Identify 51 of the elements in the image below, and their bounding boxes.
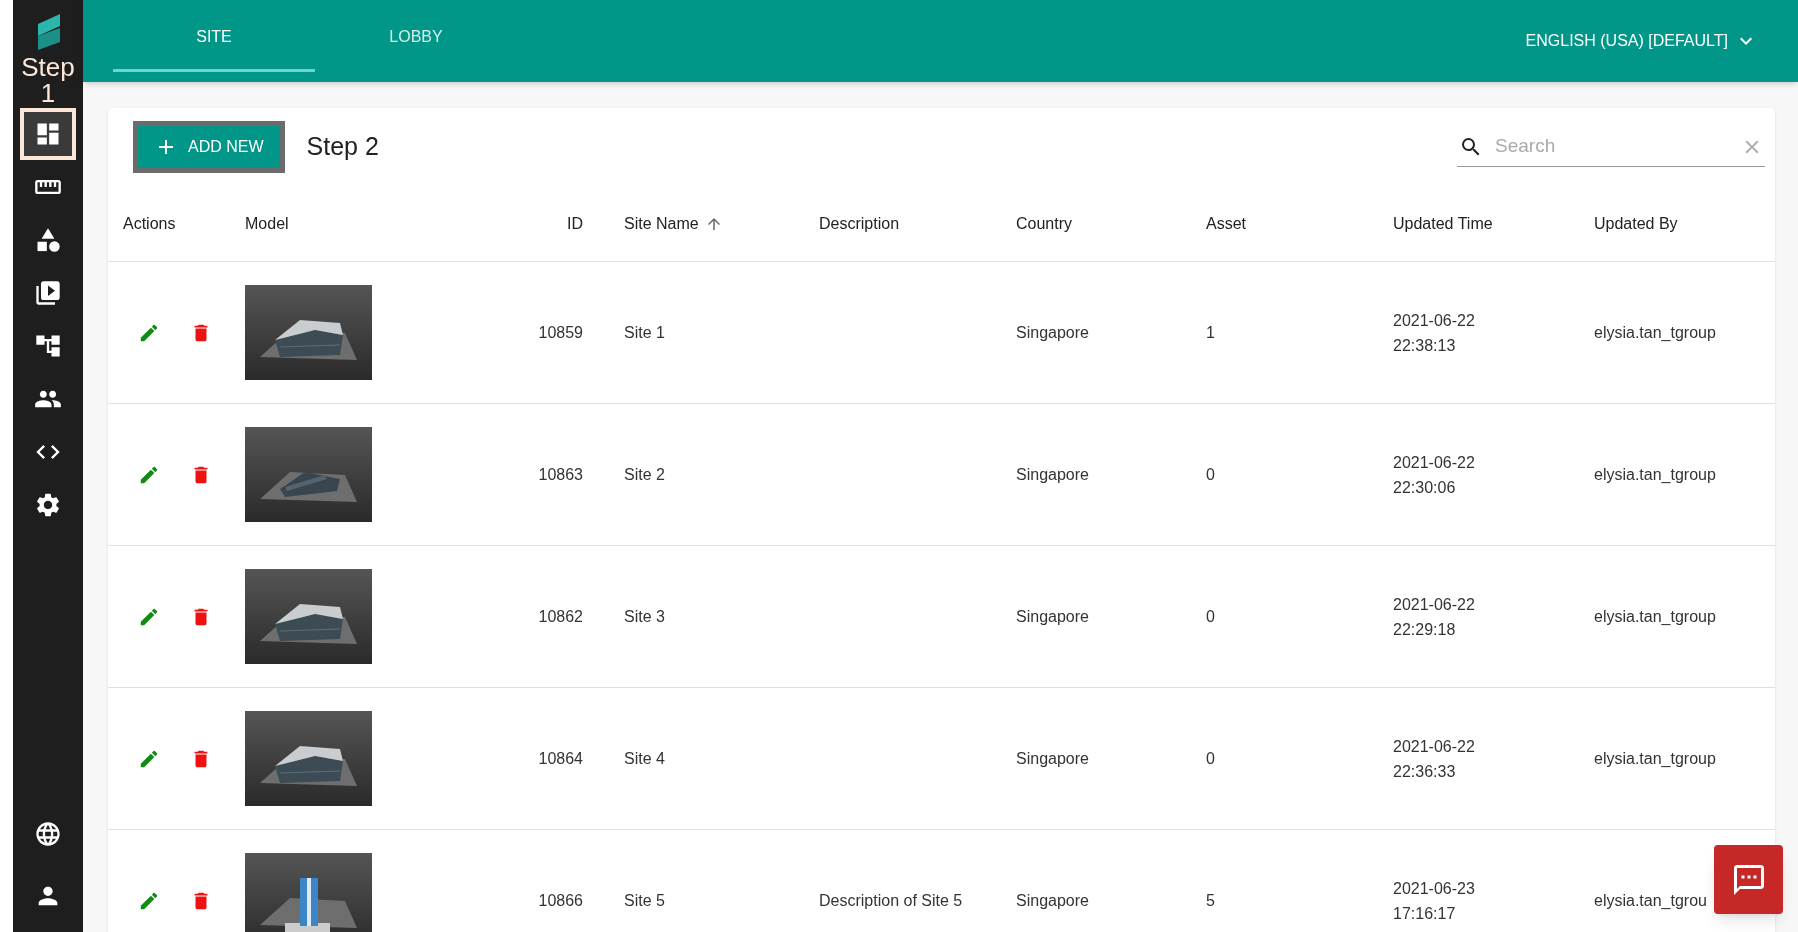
table-cell: Singapore: [1016, 465, 1089, 483]
table-cell: elysia.tan_tgroup: [1594, 323, 1716, 341]
table-cell-text: Description of Site 5: [819, 891, 964, 911]
column-header[interactable]: Actions: [123, 211, 176, 236]
table-cell: 1: [1206, 323, 1215, 341]
column-header[interactable]: Asset: [1206, 211, 1246, 236]
settings-icon: [34, 491, 62, 519]
column-header[interactable]: Model: [245, 211, 289, 236]
table-cell: elysia.tan_tgroup: [1594, 749, 1716, 767]
table-cell: Singapore: [1016, 749, 1089, 767]
add-new-button[interactable]: ADD NEW: [133, 121, 285, 173]
table-cell-text: 2021-06-22 22:29:18: [1393, 594, 1476, 640]
tab[interactable]: SITE: [113, 0, 315, 72]
table-cell: Singapore: [1016, 891, 1089, 909]
sidebar-item[interactable]: [20, 108, 76, 160]
column-header[interactable]: Description: [819, 211, 900, 236]
table-cell: 0: [1206, 749, 1215, 767]
table-cell: elysia.tan_tgrou: [1594, 891, 1707, 909]
table-cell: 5: [1206, 891, 1215, 909]
table-cell: Site 5: [624, 891, 665, 909]
table-cell: 0: [1206, 607, 1215, 625]
table-cell-text: 2021-06-22 22:38:13: [1393, 310, 1476, 356]
globe-icon: [34, 820, 62, 848]
table-cell-text: 2021-06-22 22:36:33: [1393, 736, 1476, 782]
table-cell-text: 2021-06-22 22:30:06: [1393, 452, 1476, 498]
table-cell: Site 1: [624, 323, 665, 341]
table-cell: 10864: [538, 749, 583, 767]
language-dropdown[interactable]: ENGLISH (USA) [DEFAULT]: [1525, 0, 1768, 82]
table-cell: Site 4: [624, 749, 665, 767]
column-header[interactable]: Updated By: [1594, 211, 1678, 236]
table-cell: 10863: [538, 465, 583, 483]
table-cell: elysia.tan_tgroup: [1594, 607, 1716, 625]
column-header[interactable]: Updated Time: [1393, 211, 1493, 236]
table-cell: Site 2: [624, 465, 665, 483]
table-cell: 10866: [538, 891, 583, 909]
search-field[interactable]: Search: [1495, 132, 1729, 161]
logo-text: Step 1: [20, 54, 76, 106]
table-cell: 10862: [538, 607, 583, 625]
video-library-icon: [34, 279, 62, 307]
table-cell: Site 3: [624, 607, 665, 625]
column-header[interactable]: ID: [567, 211, 583, 236]
column-header[interactable]: Country: [1016, 211, 1073, 236]
table-cell-text: 2021-06-23 17:16:17: [1393, 878, 1476, 924]
table-cell: elysia.tan_tgroup: [1594, 465, 1716, 483]
column-header[interactable]: Site Name: [624, 211, 699, 236]
table-cell: 10859: [538, 323, 583, 341]
chat-button[interactable]: [1714, 845, 1783, 914]
table-cell: 0: [1206, 465, 1215, 483]
table-cell: Singapore: [1016, 607, 1089, 625]
page-title: Step 2: [306, 131, 379, 163]
table-cell: Singapore: [1016, 323, 1089, 341]
